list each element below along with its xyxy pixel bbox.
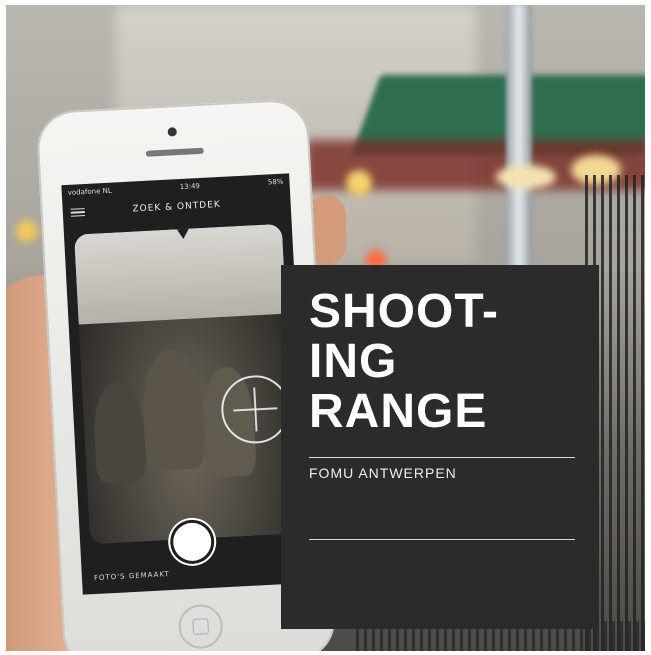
bokeh-light — [16, 220, 38, 242]
home-button-icon[interactable] — [177, 603, 224, 650]
battery-level: 58% — [267, 177, 284, 187]
title-line: SHOOT- — [309, 285, 500, 338]
card-subtitle: FOMU ANTWERPEN — [309, 465, 457, 481]
photo-figure — [91, 381, 147, 484]
card-title: SHOOT- ING RANGE — [309, 287, 499, 437]
title-card: SHOOT- ING RANGE FOMU ANTWERPEN — [281, 265, 599, 629]
speaker-grille — [145, 147, 204, 157]
title-line: ING — [309, 335, 398, 388]
phone-screen: vodafone NL 13:49 58% ZOEK & ONTDEK FOTO… — [61, 173, 311, 595]
viewfinder-notch — [176, 228, 190, 240]
title-line: RANGE — [309, 385, 488, 438]
divider-top — [309, 457, 575, 458]
front-camera — [167, 127, 177, 137]
bokeh-light — [346, 170, 372, 196]
background-photo: vodafone NL 13:49 58% ZOEK & ONTDEK FOTO… — [6, 5, 645, 651]
nav-title: ZOEK & ONTDEK — [132, 199, 222, 215]
divider-bottom — [309, 539, 575, 540]
blurred-pole — [506, 5, 532, 275]
photos-taken-label[interactable]: FOTO'S GEMAAKT — [94, 570, 170, 582]
bokeh-light — [496, 165, 556, 189]
photo-figure — [140, 348, 207, 472]
clock: 13:49 — [179, 182, 201, 192]
camera-viewfinder — [73, 223, 298, 545]
carrier-label: vodafone NL — [67, 186, 112, 197]
